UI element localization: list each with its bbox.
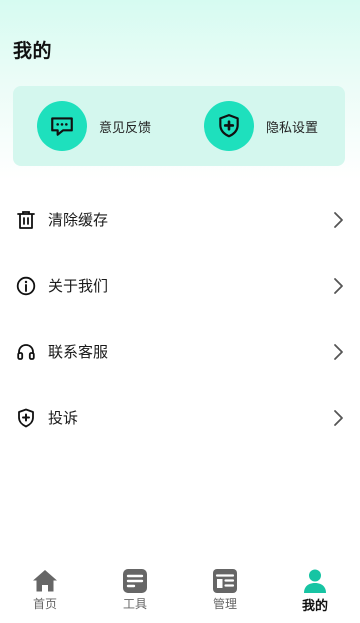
bottom-tab-bar: 首页 工具 管理 我的 — [0, 562, 360, 623]
quick-actions-card: 意见反馈 隐私设置 — [13, 86, 345, 166]
privacy-settings-label: 隐私设置 — [266, 120, 319, 136]
menu-item-complaint[interactable]: 投诉 — [0, 385, 360, 451]
info-icon — [16, 276, 36, 296]
menu-item-customer-service[interactable]: 联系客服 — [0, 319, 360, 385]
menu-label-complaint: 投诉 — [48, 409, 79, 427]
tab-home[interactable]: 首页 — [0, 562, 90, 623]
trash-icon — [17, 211, 35, 229]
profile-icon — [304, 569, 326, 593]
headset-icon — [17, 344, 35, 360]
menu-item-clear-cache[interactable]: 清除缓存 — [0, 187, 360, 253]
feedback-label: 意见反馈 — [99, 120, 152, 136]
manage-icon — [213, 569, 237, 593]
chevron-right-icon — [334, 212, 343, 228]
shield-plus-icon — [18, 408, 34, 428]
tab-tools-label: 工具 — [122, 597, 147, 611]
home-icon — [33, 570, 57, 592]
menu-label-about-us: 关于我们 — [48, 277, 109, 295]
tab-manage-label: 管理 — [212, 597, 237, 611]
message-icon — [37, 101, 87, 151]
privacy-settings-button[interactable]: 隐私设置 — [204, 101, 318, 151]
menu-label-customer-service: 联系客服 — [48, 343, 109, 361]
tab-manage[interactable]: 管理 — [180, 562, 270, 623]
chevron-right-icon — [334, 278, 343, 294]
tab-tools[interactable]: 工具 — [90, 562, 180, 623]
feedback-button[interactable]: 意见反馈 — [37, 101, 151, 151]
menu-item-about-us[interactable]: 关于我们 — [0, 253, 360, 319]
chevron-right-icon — [334, 410, 343, 426]
chevron-right-icon — [334, 344, 343, 360]
tab-profile[interactable]: 我的 — [270, 562, 360, 623]
tab-profile-label: 我的 — [301, 599, 328, 614]
tab-home-label: 首页 — [32, 597, 57, 611]
shield-plus-icon — [204, 101, 254, 151]
settings-menu: 清除缓存 关于我们 联系客服 投诉 — [0, 187, 360, 451]
tools-icon — [123, 569, 147, 593]
page-title: 我的 — [13, 40, 53, 62]
menu-label-clear-cache: 清除缓存 — [48, 211, 109, 229]
